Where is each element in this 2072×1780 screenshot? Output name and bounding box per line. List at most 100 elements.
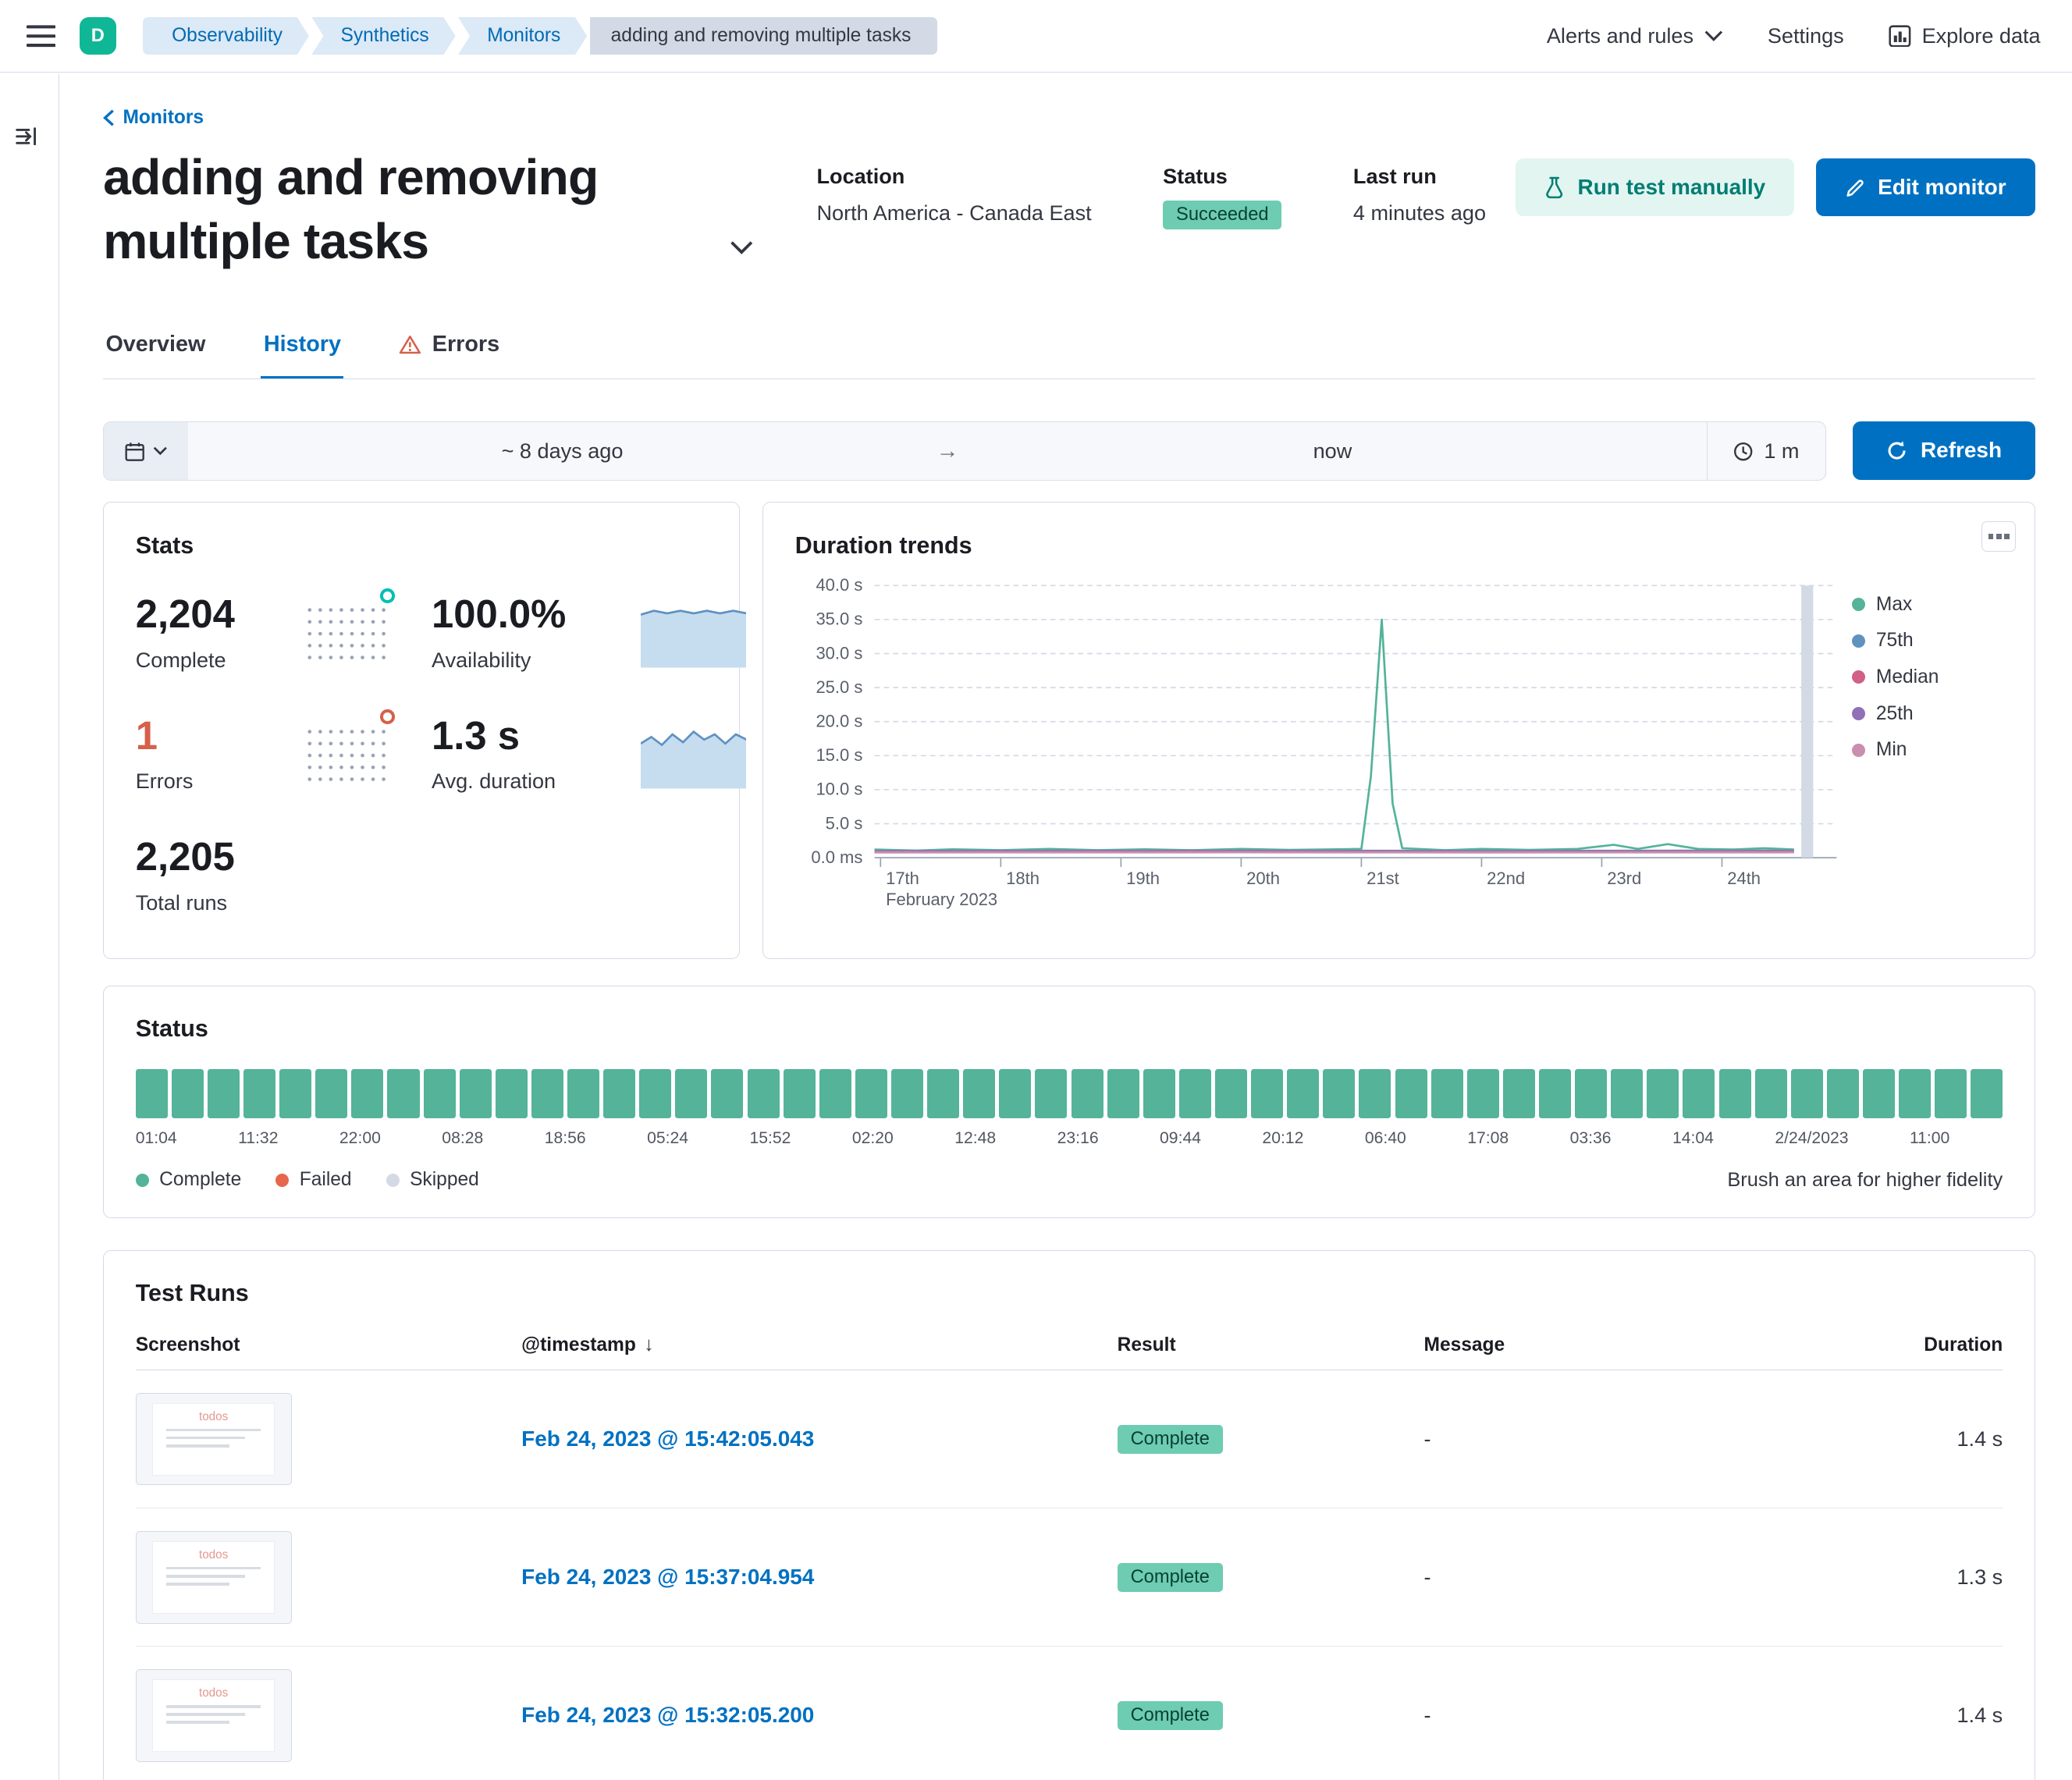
status-bar-block[interactable] [1431,1069,1463,1118]
status-bar-block[interactable] [1395,1069,1427,1118]
breadcrumb-monitors[interactable]: Monitors [458,17,587,55]
header-actions: Alerts and rules Settings Explore data [1547,23,2041,48]
status-bar-block[interactable] [531,1069,563,1118]
chart-legend-item[interactable]: Max [1852,594,2000,616]
date-start-button[interactable]: ~ 8 days ago [188,422,936,480]
settings-link[interactable]: Settings [1768,23,1844,48]
refresh-interval-button[interactable]: 1 m [1707,422,1826,480]
col-timestamp[interactable]: @timestamp↓ [521,1334,1117,1356]
status-bar-block[interactable] [819,1069,851,1118]
status-bar-block[interactable] [567,1069,599,1118]
status-bar-block[interactable] [1827,1069,1859,1118]
open-nav-flyout-icon[interactable] [16,127,37,146]
test-run-timestamp-link[interactable]: Feb 24, 2023 @ 15:37:04.954 [521,1565,814,1589]
chart-legend-item[interactable]: 25th [1852,703,2000,725]
breadcrumb-observability[interactable]: Observability [143,17,309,55]
alerts-and-rules-menu[interactable]: Alerts and rules [1547,23,1722,48]
edit-monitor-button[interactable]: Edit monitor [1816,158,2035,217]
breadcrumb-synthetics[interactable]: Synthetics [311,17,455,55]
status-bar-block[interactable] [1935,1069,1967,1118]
status-bar-block[interactable] [1899,1069,1931,1118]
status-bar-block[interactable] [1503,1069,1535,1118]
status-bar-block[interactable] [1971,1069,2003,1118]
status-bar-block[interactable] [1035,1069,1067,1118]
status-bar-block[interactable] [243,1069,275,1118]
screenshot-thumbnail[interactable]: todos [136,1393,292,1486]
panel-options-icon[interactable] [1981,521,2016,552]
test-run-timestamp-link[interactable]: Feb 24, 2023 @ 15:42:05.043 [521,1426,814,1451]
status-bar-block[interactable] [460,1069,492,1118]
status-bar-block[interactable] [136,1069,168,1118]
date-quick-select-button[interactable] [104,422,188,480]
test-run-timestamp-link[interactable]: Feb 24, 2023 @ 15:32:05.200 [521,1703,814,1727]
status-bar-block[interactable] [748,1069,780,1118]
date-end-button[interactable]: now [958,422,1706,480]
status-bar-block[interactable] [1539,1069,1571,1118]
back-link-monitors[interactable]: Monitors [103,107,204,129]
status-bar-block[interactable] [855,1069,887,1118]
page-content: Monitors adding and removing multiple ta… [59,73,2072,1780]
status-bar-block[interactable] [1575,1069,1607,1118]
status-bar-block[interactable] [1215,1069,1247,1118]
status-bar-block[interactable] [639,1069,671,1118]
status-bar-block[interactable] [1107,1069,1139,1118]
status-bar-block[interactable] [387,1069,419,1118]
legend-label: Median [1876,666,1939,688]
status-bar-block[interactable] [208,1069,240,1118]
legend-label: 75th [1876,630,1914,652]
status-bar-block[interactable] [963,1069,995,1118]
status-bar-block[interactable] [1755,1069,1787,1118]
status-bar-block[interactable] [927,1069,959,1118]
screenshot-thumbnail[interactable]: todos [136,1531,292,1624]
status-bar-block[interactable] [1719,1069,1751,1118]
status-bar-block[interactable] [279,1069,311,1118]
status-bar-block[interactable] [603,1069,635,1118]
tab-errors[interactable]: Errors [396,318,502,378]
duration-cell: 1.4 s [1844,1426,2003,1451]
status-bar-block[interactable] [1611,1069,1643,1118]
status-bar-block[interactable] [1323,1069,1355,1118]
status-bar-block[interactable] [1072,1069,1104,1118]
status-bar-block[interactable] [999,1069,1031,1118]
status-bar-block[interactable] [351,1069,383,1118]
status-bar-block[interactable] [1791,1069,1823,1118]
chart-legend-item[interactable]: Median [1852,666,2000,688]
legend-label: Failed [300,1169,352,1191]
status-bar-block[interactable] [1287,1069,1319,1118]
duration-chart-svg[interactable]: 0.0 ms5.0 s10.0 s15.0 s20.0 s25.0 s30.0 … [795,570,1853,916]
status-bar-block[interactable] [424,1069,456,1118]
status-bar-block[interactable] [172,1069,204,1118]
explore-data-link[interactable]: Explore data [1889,23,2040,48]
status-bar-block[interactable] [891,1069,923,1118]
status-bar-block[interactable] [784,1069,816,1118]
stat-complete-value: 2,204 [136,591,305,637]
run-test-manually-button[interactable]: Run test manually [1516,158,1794,217]
status-bar-block[interactable] [1359,1069,1391,1118]
refresh-button[interactable]: Refresh [1853,421,2035,480]
status-bar-block[interactable] [675,1069,707,1118]
status-bar-block[interactable] [1179,1069,1211,1118]
status-bar-block[interactable] [1251,1069,1283,1118]
test-runs-table-header: Screenshot @timestamp↓ Result Message Du… [136,1316,2003,1371]
col-result: Result [1118,1334,1424,1356]
tab-overview[interactable]: Overview [103,318,208,378]
status-bar-block[interactable] [496,1069,528,1118]
status-bar-block[interactable] [1683,1069,1715,1118]
status-bar-block[interactable] [711,1069,743,1118]
stat-complete: 2,204 Complete [136,591,305,673]
menu-icon[interactable] [27,24,55,48]
chart-legend-item[interactable]: Min [1852,739,2000,761]
sort-desc-icon: ↓ [644,1334,654,1355]
status-bar-block[interactable] [315,1069,347,1118]
status-bar-block[interactable] [1647,1069,1679,1118]
chart-legend-item[interactable]: 75th [1852,630,2000,652]
monitor-select-chevron-icon[interactable] [730,240,753,255]
screenshot-thumbnail[interactable]: todos [136,1669,292,1762]
status-bar-block[interactable] [1467,1069,1499,1118]
status-bar-block[interactable] [1863,1069,1895,1118]
space-avatar[interactable]: D [80,17,116,54]
tab-history[interactable]: History [261,318,343,378]
status-timestamp: 11:32 [238,1129,278,1148]
status-bar-block[interactable] [1143,1069,1175,1118]
svg-text:15.0 s: 15.0 s [816,745,862,765]
